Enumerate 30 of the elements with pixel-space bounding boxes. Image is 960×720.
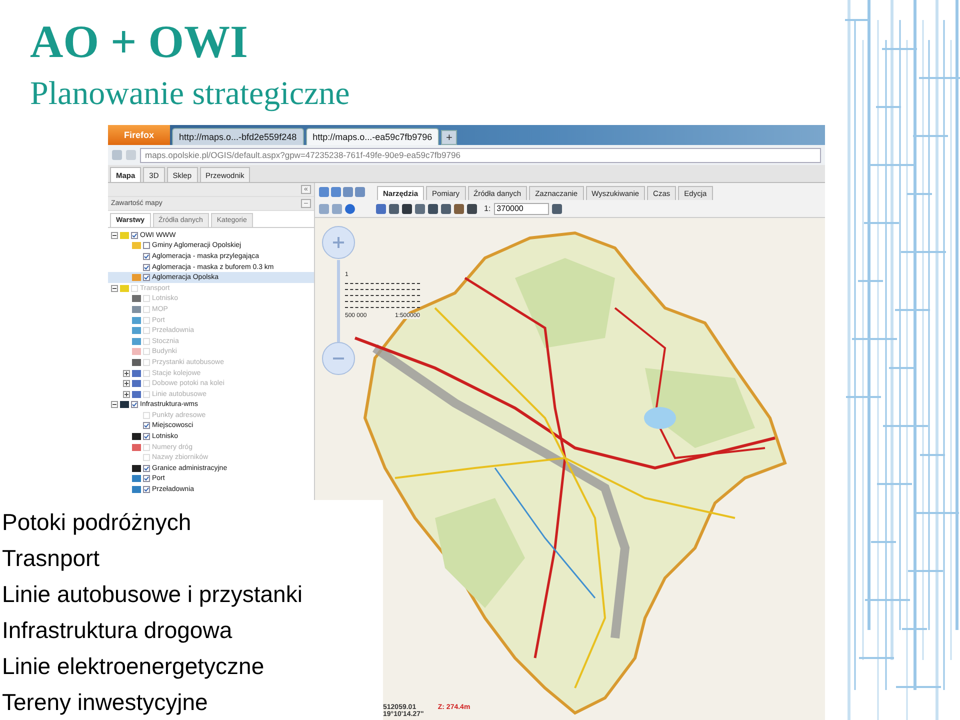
layer-checkbox[interactable] bbox=[143, 422, 150, 430]
scale-input[interactable]: 370000 bbox=[494, 202, 549, 214]
new-tab-button[interactable]: + bbox=[441, 130, 458, 145]
layer-checkbox[interactable] bbox=[143, 486, 150, 494]
layer-checkbox[interactable] bbox=[143, 464, 150, 472]
layer-checkbox[interactable] bbox=[143, 433, 150, 440]
layer-checkbox[interactable] bbox=[143, 475, 150, 482]
collapse-icon[interactable] bbox=[111, 401, 118, 408]
topic-text: Tereny inwestycyjne bbox=[2, 688, 208, 717]
slide-subtitle: Planowanie strategiczne bbox=[30, 75, 350, 114]
browser-tab[interactable]: http://maps.o...-bfd2e559f248 bbox=[172, 128, 304, 145]
layer-checkbox[interactable] bbox=[143, 274, 150, 282]
address-field[interactable]: maps.opolskie.pl/OGIS/default.aspx?gpw=47235238-761f-49fe-90e9-ea59c7fb9796 bbox=[140, 148, 821, 162]
layer-checkbox[interactable] bbox=[131, 232, 138, 239]
layer-checkbox[interactable] bbox=[143, 264, 150, 271]
browser-tab[interactable]: http://maps.o...-ea59c7fb9796 bbox=[306, 128, 440, 145]
slide-title: AO + OWI bbox=[30, 15, 248, 69]
topic-text: Linie autobusowe i przystanki bbox=[2, 580, 302, 609]
topic-text: Infrastruktura drogowa bbox=[2, 616, 232, 645]
collapse-icon[interactable] bbox=[111, 232, 118, 239]
layer-checkbox[interactable] bbox=[131, 401, 138, 408]
layer-checkbox[interactable] bbox=[143, 242, 150, 250]
topic-text: Trasnport bbox=[2, 544, 100, 573]
layer-checkbox[interactable] bbox=[143, 252, 150, 260]
zoom-in-button[interactable] bbox=[322, 226, 355, 259]
topic-text: Linie elektroenergetyczne bbox=[2, 652, 264, 681]
topic-text: Potoki podróżnych bbox=[2, 508, 192, 537]
plus-icon bbox=[332, 236, 345, 249]
scale-prefix: 1: bbox=[484, 204, 491, 213]
zoom-slider-track[interactable] bbox=[337, 260, 340, 342]
